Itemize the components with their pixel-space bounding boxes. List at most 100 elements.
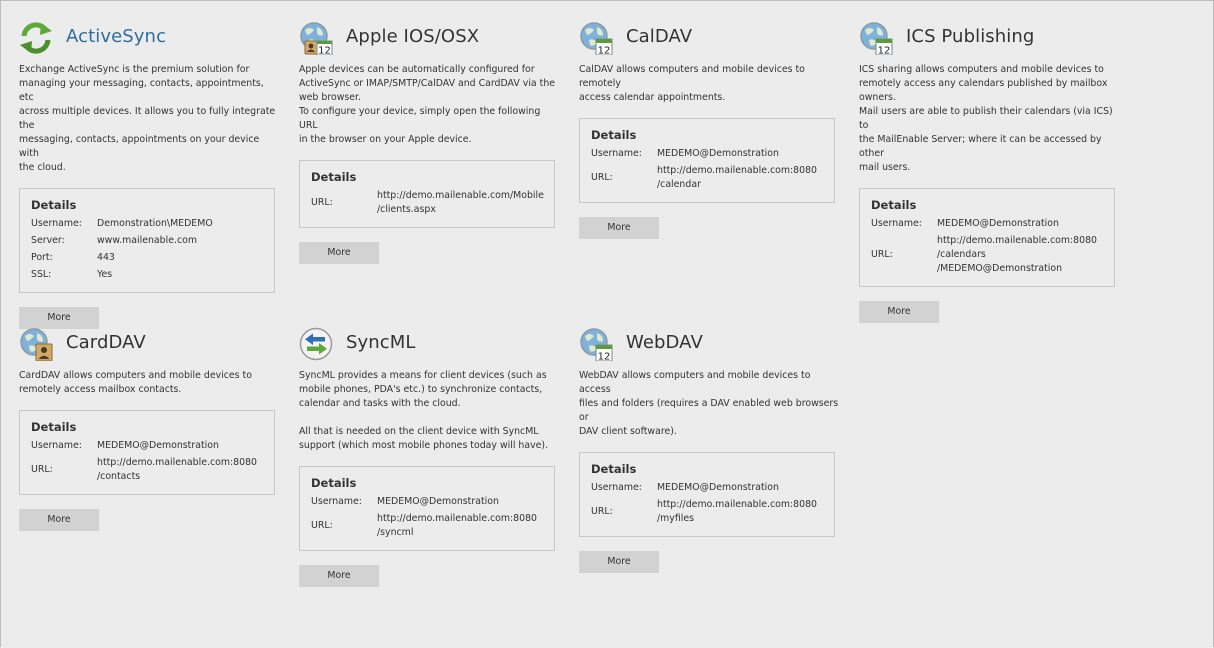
svg-text:12: 12 xyxy=(598,352,611,362)
card-caldav: 12 CalDAV CalDAV allows computers and mo… xyxy=(579,20,835,239)
more-button[interactable]: More xyxy=(579,217,659,239)
detail-label: Username: xyxy=(31,440,82,451)
detail-label: URL: xyxy=(311,520,333,531)
detail-label: Username: xyxy=(31,218,82,229)
detail-value: MEDEMO@Demonstration xyxy=(657,482,779,493)
card-header: CardDAV xyxy=(19,326,275,366)
card-webdav: 12 WebDAV WebDAV allows computers and mo… xyxy=(579,326,838,573)
globe-contact-calendar-icon: 12 xyxy=(300,22,333,56)
detail-row-username: Username: MEDEMO@Demonstration xyxy=(591,481,823,495)
details-panel: Details URL: http://demo.mailenable.com/… xyxy=(299,160,555,228)
detail-label: URL: xyxy=(591,172,613,183)
card-header: 12 ICS Publishing xyxy=(859,20,1115,60)
detail-row-port: Port: 443 xyxy=(31,251,263,265)
activesync-sync-icon xyxy=(20,22,52,54)
details-heading: Details xyxy=(591,462,637,476)
detail-row-username: Username: Demonstration\MEDEMO xyxy=(31,217,263,231)
detail-row-url: URL: http://demo.mailenable.com:8080 /my… xyxy=(591,498,823,526)
detail-row-url: URL: http://demo.mailenable.com:8080 /ca… xyxy=(871,234,1103,276)
card-title[interactable]: ActiveSync xyxy=(66,26,166,47)
globe-calendar-icon: 12 xyxy=(860,22,893,56)
detail-value: http://demo.mailenable.com:8080 /calenda… xyxy=(937,235,1098,274)
details-panel: Details Username: MEDEMO@Demonstration U… xyxy=(299,466,555,551)
card-header: 12 Apple IOS/OSX xyxy=(299,20,555,60)
card-title: CardDAV xyxy=(66,332,146,353)
card-syncml: SyncML SyncML provides a means for clien… xyxy=(299,326,555,587)
details-heading: Details xyxy=(591,128,637,142)
details-heading: Details xyxy=(31,198,77,212)
detail-value: MEDEMO@Demonstration xyxy=(937,218,1059,229)
detail-label: Server: xyxy=(31,235,65,246)
detail-label: Username: xyxy=(311,496,362,507)
globe-contact-icon xyxy=(20,328,53,361)
detail-label: URL: xyxy=(591,506,613,517)
svg-text:12: 12 xyxy=(598,46,611,56)
detail-row-url: URL: http://demo.mailenable.com:8080 /ca… xyxy=(591,164,823,192)
more-button[interactable]: More xyxy=(299,565,379,587)
detail-label: URL: xyxy=(871,249,893,260)
detail-value: MEDEMO@Demonstration xyxy=(377,496,499,507)
detail-row-username: Username: MEDEMO@Demonstration xyxy=(871,217,1103,231)
syncml-arrows-icon xyxy=(299,327,333,361)
detail-row-username: Username: MEDEMO@Demonstration xyxy=(311,495,543,509)
globe-calendar-icon: 12 xyxy=(580,328,613,362)
detail-label: Username: xyxy=(591,148,642,159)
more-button[interactable]: More xyxy=(19,509,99,531)
detail-value: 443 xyxy=(97,252,115,263)
card-title: CalDAV xyxy=(626,26,693,47)
details-heading: Details xyxy=(871,198,917,212)
details-heading: Details xyxy=(311,170,357,184)
detail-row-url: URL: http://demo.mailenable.com:8080 /co… xyxy=(31,456,263,484)
card-header: 12 WebDAV xyxy=(579,326,835,366)
detail-label: URL: xyxy=(31,464,53,475)
details-panel: Details Username: MEDEMO@Demonstration U… xyxy=(579,118,835,203)
detail-row-ssl: SSL: Yes xyxy=(31,268,263,282)
detail-label: URL: xyxy=(311,197,333,208)
detail-value: Yes xyxy=(97,269,113,280)
card-header: 12 CalDAV xyxy=(579,20,835,60)
detail-row-username: Username: MEDEMO@Demonstration xyxy=(591,147,823,161)
card-carddav: CardDAV CardDAV allows computers and mob… xyxy=(19,326,275,531)
details-panel: Details Username: Demonstration\MEDEMO S… xyxy=(19,188,275,293)
more-button[interactable]: More xyxy=(579,551,659,573)
card-description: SyncML provides a means for client devic… xyxy=(299,370,549,451)
card-description: Exchange ActiveSync is the premium solut… xyxy=(19,64,276,173)
card-ics-publishing: 12 ICS Publishing ICS sharing allows com… xyxy=(859,20,1115,323)
detail-value: MEDEMO@Demonstration xyxy=(97,440,219,451)
card-description: WebDAV allows computers and mobile devic… xyxy=(579,370,839,437)
svg-text:12: 12 xyxy=(878,46,891,56)
detail-label: SSL: xyxy=(31,269,52,280)
details-panel: Details Username: MEDEMO@Demonstration U… xyxy=(859,188,1115,287)
details-panel: Details Username: MEDEMO@Demonstration U… xyxy=(19,410,275,495)
globe-calendar-icon: 12 xyxy=(580,22,613,56)
detail-value: http://demo.mailenable.com:8080 /calenda… xyxy=(657,165,818,190)
card-header: ActiveSync xyxy=(19,20,275,60)
detail-row-server: Server: www.mailenable.com xyxy=(31,234,263,248)
detail-value: Demonstration\MEDEMO xyxy=(97,218,213,229)
more-button[interactable]: More xyxy=(859,301,939,323)
detail-value: MEDEMO@Demonstration xyxy=(657,148,779,159)
detail-row-url: URL: http://demo.mailenable.com/Mobile /… xyxy=(311,189,544,217)
card-activesync: ActiveSync Exchange ActiveSync is the pr… xyxy=(19,20,275,329)
detail-value: http://demo.mailenable.com/Mobile /clien… xyxy=(377,190,544,215)
detail-value: http://demo.mailenable.com:8080 /syncml xyxy=(377,513,538,538)
card-title: Apple IOS/OSX xyxy=(346,26,480,47)
more-button[interactable]: More xyxy=(299,242,379,264)
card-description: CardDAV allows computers and mobile devi… xyxy=(19,370,252,395)
details-heading: Details xyxy=(311,476,357,490)
card-title: SyncML xyxy=(346,332,416,353)
detail-label: Username: xyxy=(871,218,922,229)
card-description: CalDAV allows computers and mobile devic… xyxy=(579,64,805,103)
detail-label: Port: xyxy=(31,252,53,263)
card-apple-ios-osx: 12 Apple IOS/OSX Apple devices can be au… xyxy=(299,20,555,264)
detail-value: www.mailenable.com xyxy=(97,235,197,246)
card-description: Apple devices can be automatically confi… xyxy=(299,64,556,145)
detail-row-username: Username: MEDEMO@Demonstration xyxy=(31,439,263,453)
detail-row-url: URL: http://demo.mailenable.com:8080 /sy… xyxy=(311,512,543,540)
detail-value: http://demo.mailenable.com:8080 /contact… xyxy=(97,457,258,482)
detail-label: Username: xyxy=(591,482,642,493)
details-heading: Details xyxy=(31,420,77,434)
svg-text:12: 12 xyxy=(318,46,331,56)
card-header: SyncML xyxy=(299,326,555,366)
detail-value: http://demo.mailenable.com:8080 /myfiles xyxy=(657,499,818,524)
